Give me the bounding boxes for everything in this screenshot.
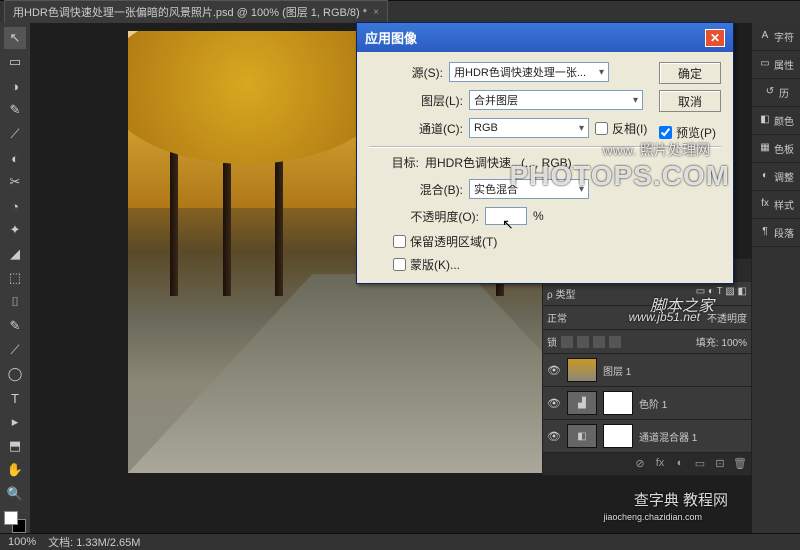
panel-tab-character[interactable]: A字符: [752, 23, 800, 51]
visibility-icon[interactable]: 👁: [547, 397, 561, 410]
wand-tool[interactable]: ✎: [4, 99, 26, 121]
color-swatches[interactable]: [4, 511, 26, 533]
target-label: 目标:: [369, 154, 419, 171]
doc-info: 文档: 1.33M/2.65M: [48, 534, 140, 550]
mask-thumb[interactable]: [603, 424, 633, 448]
layer-select[interactable]: 合并图层: [469, 90, 643, 110]
dodge-tool[interactable]: ⟋: [4, 339, 26, 361]
layer-filter[interactable]: ρ 类型: [547, 286, 575, 301]
mask-checkbox[interactable]: 蒙版(K)...: [393, 256, 721, 273]
panel-tab-styles[interactable]: fx样式: [752, 191, 800, 219]
opacity-input[interactable]: [485, 207, 527, 225]
lasso-tool[interactable]: ◑: [4, 75, 26, 97]
marquee-tool[interactable]: ▭: [4, 51, 26, 73]
history-brush-tool[interactable]: ◢: [4, 243, 26, 265]
panel-tab-paragraph[interactable]: ¶段落: [752, 219, 800, 247]
fill-adj-icon[interactable]: ▭: [693, 457, 707, 471]
blend-mode-select[interactable]: 正常: [547, 310, 567, 325]
hand-tool[interactable]: ✋: [4, 459, 26, 481]
eraser-tool[interactable]: ⬚: [4, 267, 26, 289]
adj-thumb[interactable]: ◧: [567, 424, 597, 448]
zoom-tool[interactable]: 🔍: [4, 483, 26, 505]
gradient-tool[interactable]: ⌷: [4, 291, 26, 313]
panel-tab-adjustments[interactable]: ◐调整: [752, 163, 800, 191]
layer-row[interactable]: 👁 ◧ 通道混合器 1: [543, 420, 751, 453]
link-icon[interactable]: ⊘: [633, 457, 647, 471]
eyedrop-tool[interactable]: ◐: [4, 147, 26, 169]
toolbar: ↖ ▭ ◑ ✎ ⟋ ◐ ✂ ◔ ✦ ◢ ⬚ ⌷ ✎ ⟋ ◯ T ▸ ⬒ ✋ 🔍: [0, 23, 30, 533]
close-icon[interactable]: ×: [373, 7, 379, 18]
source-label: 源(S):: [369, 64, 443, 81]
preserve-checkbox[interactable]: 保留透明区域(T): [393, 233, 721, 250]
type-tool[interactable]: T: [4, 387, 26, 409]
mask-thumb[interactable]: [603, 391, 633, 415]
cancel-button[interactable]: 取消: [659, 90, 721, 112]
trash-icon[interactable]: 🗑: [733, 457, 747, 471]
move-tool[interactable]: ↖: [4, 27, 26, 49]
doc-title: 用HDR色调快速处理一张偏暗的风景照片.psd @ 100% (图层 1, RG…: [13, 4, 367, 20]
invert-checkbox[interactable]: 反相(I): [595, 120, 669, 137]
ok-button[interactable]: 确定: [659, 62, 721, 84]
layer-row[interactable]: 👁 ▟ 色阶 1: [543, 387, 751, 420]
opacity-label: 不透明度(O):: [389, 208, 479, 225]
heal-tool[interactable]: ✂: [4, 171, 26, 193]
panel-dock: A字符 ▭属性 ↺历 ◧颜色 ▦色板 ◐调整 fx样式 ¶段落: [752, 23, 800, 533]
panel-tab-history[interactable]: ↺历: [752, 79, 800, 107]
document-tab[interactable]: 用HDR色调快速处理一张偏暗的风景照片.psd @ 100% (图层 1, RG…: [4, 0, 388, 24]
fx-icon[interactable]: fx: [653, 457, 667, 471]
panel-tab-swatches[interactable]: ▦色板: [752, 135, 800, 163]
dialog-title: 应用图像: [365, 28, 417, 47]
preview-checkbox[interactable]: 预览(P): [659, 124, 721, 141]
pen-tool[interactable]: ◯: [4, 363, 26, 385]
channel-select[interactable]: RGB: [469, 118, 589, 138]
layer-row[interactable]: 👁 图层 1: [543, 354, 751, 387]
path-select-tool[interactable]: ▸: [4, 411, 26, 433]
apply-image-dialog: 应用图像 ✕ 确定 取消 预览(P) 源(S): 用HDR色调快速处理一张...…: [356, 22, 734, 284]
target-value: 用HDR色调快速...(..., RGB): [425, 154, 572, 171]
visibility-icon[interactable]: 👁: [547, 430, 561, 443]
channel-label: 通道(C):: [389, 120, 463, 137]
layer-label: 图层(L):: [389, 92, 463, 109]
blend-label: 混合(B):: [389, 181, 463, 198]
close-icon[interactable]: ✕: [705, 29, 725, 47]
blur-tool[interactable]: ✎: [4, 315, 26, 337]
panel-tab-color[interactable]: ◧颜色: [752, 107, 800, 135]
status-bar: 100% 文档: 1.33M/2.65M: [0, 533, 800, 550]
fill-value[interactable]: 100%: [721, 338, 747, 349]
visibility-icon[interactable]: 👁: [547, 364, 561, 377]
mask-icon[interactable]: ◐: [673, 457, 687, 471]
shape-tool[interactable]: ⬒: [4, 435, 26, 457]
blend-select[interactable]: 实色混合: [469, 179, 589, 199]
zoom-level[interactable]: 100%: [8, 536, 36, 548]
layers-panel: 图层 通道 路径 ρ 类型 ▭ ◐ T ▧ ◧ 正常 不透明度 锁 填充: 10…: [542, 258, 752, 476]
crop-tool[interactable]: ⟋: [4, 123, 26, 145]
panel-tab-properties[interactable]: ▭属性: [752, 51, 800, 79]
adj-thumb[interactable]: ▟: [567, 391, 597, 415]
new-layer-icon[interactable]: ⊡: [713, 457, 727, 471]
stamp-tool[interactable]: ✦: [4, 219, 26, 241]
layer-thumb[interactable]: [567, 358, 597, 382]
source-select[interactable]: 用HDR色调快速处理一张...: [449, 62, 609, 82]
brush-tool[interactable]: ◔: [4, 195, 26, 217]
